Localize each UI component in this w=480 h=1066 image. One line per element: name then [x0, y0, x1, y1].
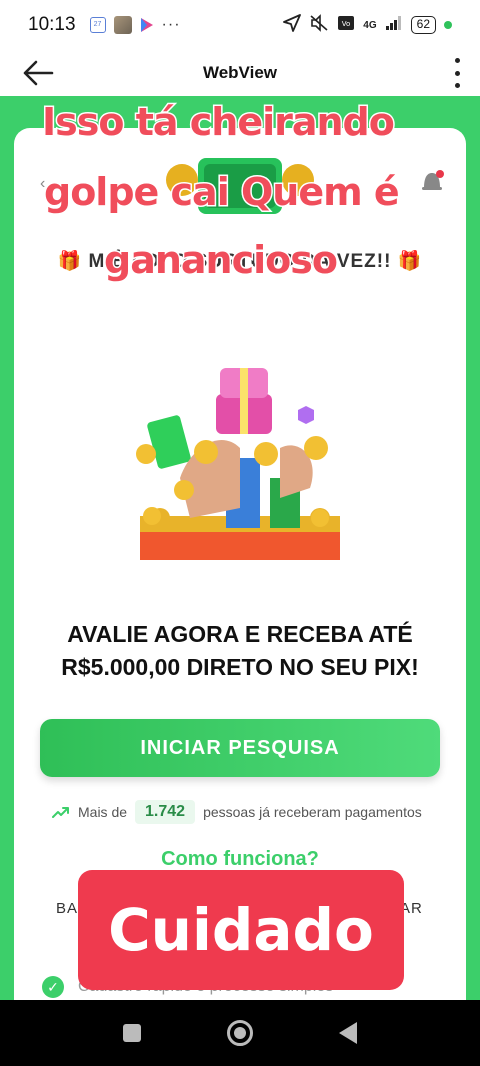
how-text-left: BA — [56, 900, 79, 917]
start-survey-button[interactable]: INICIAR PESQUISA — [40, 719, 440, 777]
check-circle-icon: ✓ — [42, 976, 64, 998]
payment-stats: Mais de 1.742 pessoas já receberam pagam… — [52, 800, 432, 824]
signal-icon — [385, 15, 403, 36]
svg-text:Vo: Vo — [342, 20, 351, 28]
warning-overlay: Cuidado — [78, 870, 404, 990]
volte-icon: Vo — [337, 15, 355, 36]
how-it-works-title: Como funciona? — [161, 848, 319, 870]
location-icon — [283, 13, 302, 37]
arrow-left-icon — [23, 60, 54, 86]
back-button[interactable] — [22, 58, 54, 88]
navigation-bar — [0, 1000, 480, 1066]
status-time: 10:13 — [28, 14, 76, 35]
back-nav-button[interactable] — [339, 1022, 357, 1044]
overlay-caption-line-3: ganancioso — [103, 237, 340, 284]
bell-icon[interactable] — [418, 168, 446, 196]
recents-button[interactable] — [123, 1024, 141, 1042]
status-bar: 10:13 27 ··· Vo 4G 62 — [0, 0, 480, 50]
cta-title: AVALIE AGORA E RECEBA ATÉ R$5.000,00 DIR… — [61, 621, 419, 680]
play-store-icon — [140, 17, 154, 33]
network-type: 4G — [363, 19, 377, 31]
trending-up-icon — [52, 807, 69, 818]
warning-text: Cuidado — [108, 896, 374, 964]
stats-count: 1.742 — [135, 800, 196, 824]
privacy-dot — [444, 21, 452, 29]
more-vertical-icon — [454, 58, 460, 63]
overlay-caption-line-1: Isso tá cheirando — [41, 99, 397, 146]
overlay-caption-line-2: golpe cai Quem é — [43, 169, 402, 216]
more-options-button[interactable] — [452, 58, 462, 88]
photo-icon — [113, 16, 132, 34]
more-notifications-icon: ··· — [161, 16, 181, 33]
battery-indicator: 62 — [410, 16, 436, 34]
app-bar: WebView — [0, 50, 480, 96]
stats-prefix: Mais de — [78, 804, 128, 820]
calendar-icon: 27 — [89, 17, 106, 33]
mute-icon — [309, 13, 329, 37]
home-button[interactable] — [227, 1020, 253, 1046]
hero-illustration — [136, 368, 340, 560]
app-bar-title: WebView — [202, 63, 277, 82]
stats-suffix: pessoas já receberam pagamentos — [203, 804, 422, 820]
